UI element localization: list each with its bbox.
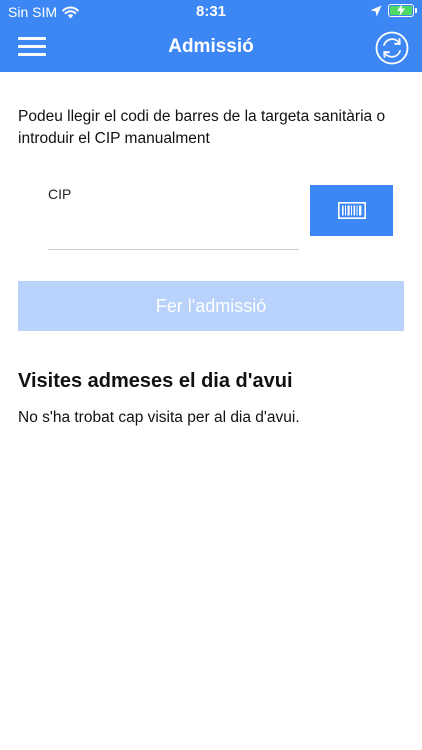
submit-admission-button[interactable]: Fer l'admissió <box>18 281 404 331</box>
battery-level <box>390 4 412 16</box>
refresh-icon[interactable] <box>374 30 410 66</box>
battery-icon <box>388 4 417 17</box>
location-arrow-icon <box>370 5 382 16</box>
scan-barcode-button[interactable] <box>310 185 393 236</box>
app-header: Sin SIM 8:31 Admissió <box>0 0 422 72</box>
battery-cap <box>415 8 417 13</box>
visits-section-title: Visites admeses el dia d'avui <box>18 370 293 392</box>
status-time: 8:31 <box>195 3 227 20</box>
cip-label: CIP <box>48 186 72 202</box>
page-title: Admissió <box>168 36 254 57</box>
cip-input[interactable] <box>48 208 299 250</box>
status-bar: Sin SIM 8:31 <box>0 0 422 24</box>
visits-empty-message: No s'ha trobat cap visita per al dia d'a… <box>18 409 300 426</box>
instructions-text: Podeu llegir el codi de barres de la tar… <box>18 108 386 147</box>
charging-bolt-icon <box>397 4 405 16</box>
navigation-bar: Admissió <box>0 24 422 72</box>
barcode-icon <box>337 202 366 219</box>
status-right-group <box>370 4 417 17</box>
